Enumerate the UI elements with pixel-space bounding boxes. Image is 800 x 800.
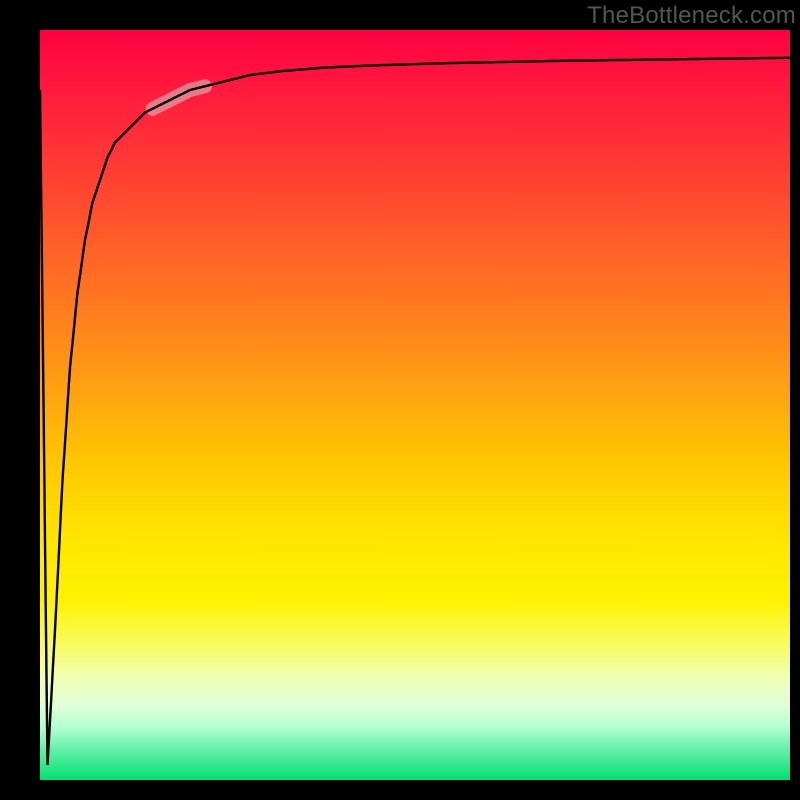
plot-area bbox=[40, 30, 790, 780]
chart-svg bbox=[40, 30, 790, 780]
watermark-text: TheBottleneck.com bbox=[587, 2, 796, 30]
bottleneck-curve-line bbox=[40, 58, 790, 765]
